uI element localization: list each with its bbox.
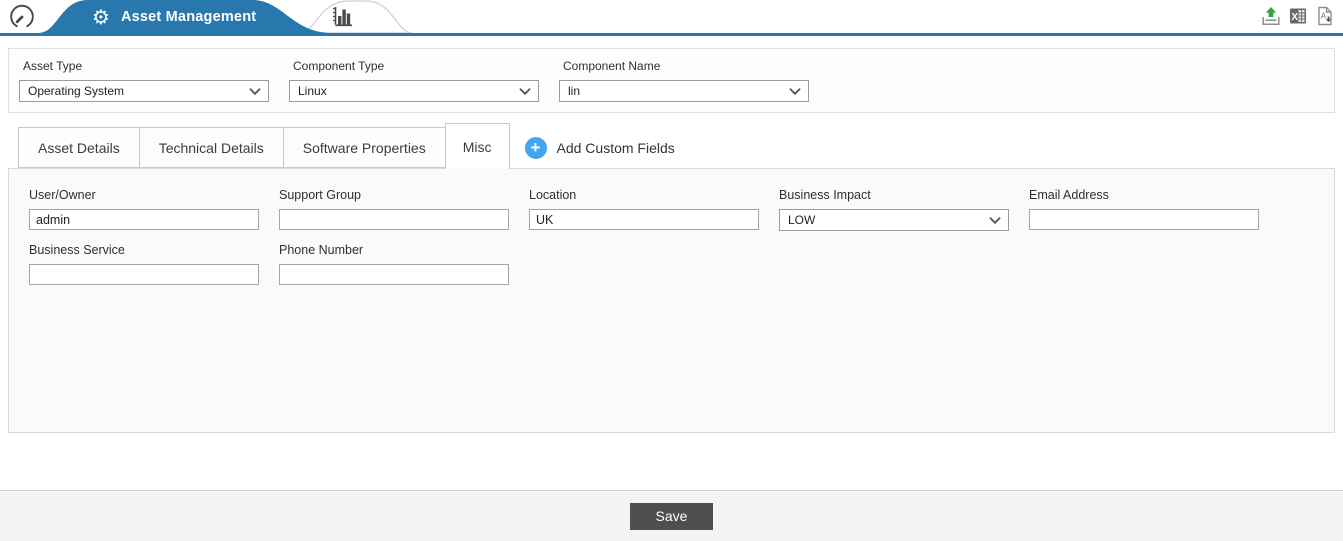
tab-label: Technical Details [158, 139, 264, 156]
component-name-label: Component Name [563, 59, 661, 73]
accent-bar [0, 33, 1343, 36]
reports-chart-tab[interactable] [331, 5, 355, 33]
excel-export-icon[interactable]: X [1288, 6, 1308, 31]
save-button[interactable]: Save [630, 502, 713, 530]
field-support-group: Support Group [279, 188, 529, 231]
add-custom-fields-button[interactable]: + Add Custom Fields [524, 127, 675, 168]
filter-component-name: Component Name lin [559, 59, 809, 112]
svg-text:X: X [1291, 12, 1298, 23]
filter-panel: Asset Type Operating System Component Ty… [8, 48, 1335, 113]
field-user-owner: User/Owner [29, 188, 279, 231]
filter-asset-type: Asset Type Operating System [19, 59, 269, 112]
support-group-label: Support Group [279, 188, 361, 202]
tab-asset-details[interactable]: Asset Details [18, 127, 140, 168]
form-row: Business Service Phone Number [29, 243, 1334, 285]
bar-chart-icon [333, 7, 352, 27]
gauge-icon[interactable] [9, 4, 35, 30]
component-type-label: Component Type [293, 59, 385, 73]
user-owner-label: User/Owner [29, 188, 96, 202]
gear-icon: ⚙ [92, 4, 110, 29]
email-address-label: Email Address [1029, 188, 1109, 202]
tab-label: Asset Details [38, 139, 120, 156]
phone-number-label: Phone Number [279, 243, 364, 257]
location-input[interactable] [529, 209, 759, 230]
header: ⚙ Asset Management X A [0, 0, 1343, 33]
tab-technical-details[interactable]: Technical Details [138, 127, 284, 168]
add-custom-fields-label: Add Custom Fields [556, 139, 675, 156]
tab-software-properties[interactable]: Software Properties [282, 127, 446, 168]
field-location: Location [529, 188, 779, 231]
field-business-impact: Business Impact LOW [779, 188, 1029, 231]
user-owner-input[interactable] [29, 209, 259, 230]
tab-label: Software Properties [302, 139, 426, 156]
business-service-label: Business Service [29, 243, 125, 257]
component-name-select[interactable]: lin [559, 80, 809, 102]
misc-tab-panel: User/Owner Support Group Location Busine… [8, 168, 1335, 433]
asset-type-select[interactable]: Operating System [19, 80, 269, 102]
field-business-service: Business Service [29, 243, 279, 285]
field-email-address: Email Address [1029, 188, 1279, 231]
tab-label: Misc [462, 138, 492, 155]
export-upload-icon[interactable] [1261, 6, 1281, 31]
header-export-icons: X A [1261, 6, 1335, 31]
footer-bar: Save [0, 490, 1343, 541]
plus-icon: + [524, 136, 547, 159]
business-service-input[interactable] [29, 264, 259, 285]
phone-number-input[interactable] [279, 264, 509, 285]
app-tab-label: Asset Management [120, 8, 257, 25]
location-label: Location [529, 188, 577, 202]
detail-tabs: Asset Details Technical Details Software… [18, 122, 1343, 169]
asset-management-tab[interactable]: ⚙ Asset Management [92, 0, 256, 33]
component-type-select[interactable]: Linux [289, 80, 539, 102]
email-address-input[interactable] [1029, 209, 1259, 230]
pdf-export-icon[interactable]: A [1315, 6, 1335, 31]
filter-component-type: Component Type Linux [289, 59, 539, 112]
business-impact-label: Business Impact [779, 188, 871, 202]
form-row: User/Owner Support Group Location Busine… [29, 188, 1334, 231]
tab-misc[interactable]: Misc [444, 123, 510, 169]
support-group-input[interactable] [279, 209, 509, 230]
business-impact-select[interactable]: LOW [779, 209, 1009, 231]
field-phone-number: Phone Number [279, 243, 529, 285]
asset-type-label: Asset Type [23, 59, 83, 73]
